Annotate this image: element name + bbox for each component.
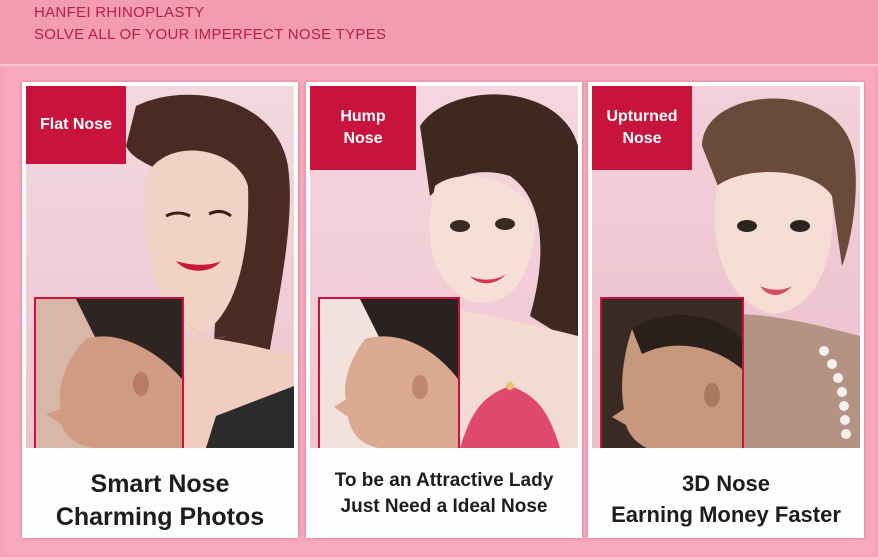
before-photo-illustration: [602, 299, 742, 448]
nose-type-card-upturned[interactable]: Upturned Nose 3D Nose Earning Money Fast…: [588, 82, 864, 538]
card-caption: Smart Nose Charming Photos: [22, 468, 298, 534]
tag-label-line: Nose: [622, 130, 662, 147]
tag-label-line: Nose: [343, 130, 383, 147]
nose-type-card-hump[interactable]: Hump Nose To be an Attractive Lady Just …: [306, 82, 582, 538]
tag-label-line: Flat Nose: [39, 116, 112, 133]
page-header: HANFEI RHINOPLASTY SOLVE ALL OF YOUR IMP…: [0, 0, 878, 66]
before-photo-illustration: [320, 299, 458, 448]
header-title: HANFEI RHINOPLASTY: [34, 4, 205, 21]
caption-line-1: 3D Nose: [681, 471, 771, 496]
nose-type-card-flat[interactable]: Flat Nose Smart Nose Charming Photos: [22, 82, 298, 538]
before-photo: [34, 297, 184, 448]
caption-line-2: Earning Money Faster: [611, 502, 841, 527]
nose-type-tag: Upturned Nose: [592, 86, 692, 170]
after-photo: Upturned Nose: [592, 86, 860, 448]
nose-type-tag: Flat Nose: [26, 86, 126, 164]
caption-line-2: Charming Photos: [55, 503, 265, 531]
before-photo: [318, 297, 460, 448]
nose-type-tag: Hump Nose: [310, 86, 416, 170]
card-caption: To be an Attractive Lady Just Need a Ide…: [306, 468, 582, 520]
caption-line-2: Just Need a Ideal Nose: [340, 496, 548, 517]
tag-label-line: Hump: [340, 108, 386, 125]
after-photo: Flat Nose: [26, 86, 294, 448]
caption-line-1: To be an Attractive Lady: [334, 470, 554, 491]
caption-line-1: Smart Nose: [90, 470, 230, 498]
after-photo: Hump Nose: [310, 86, 578, 448]
tag-label-line: Upturned: [606, 108, 678, 125]
card-caption: 3D Nose Earning Money Faster: [588, 468, 864, 530]
header-subtitle: SOLVE ALL OF YOUR IMPERFECT NOSE TYPES: [34, 26, 387, 43]
before-photo: [600, 297, 744, 448]
before-photo-illustration: [36, 299, 182, 448]
